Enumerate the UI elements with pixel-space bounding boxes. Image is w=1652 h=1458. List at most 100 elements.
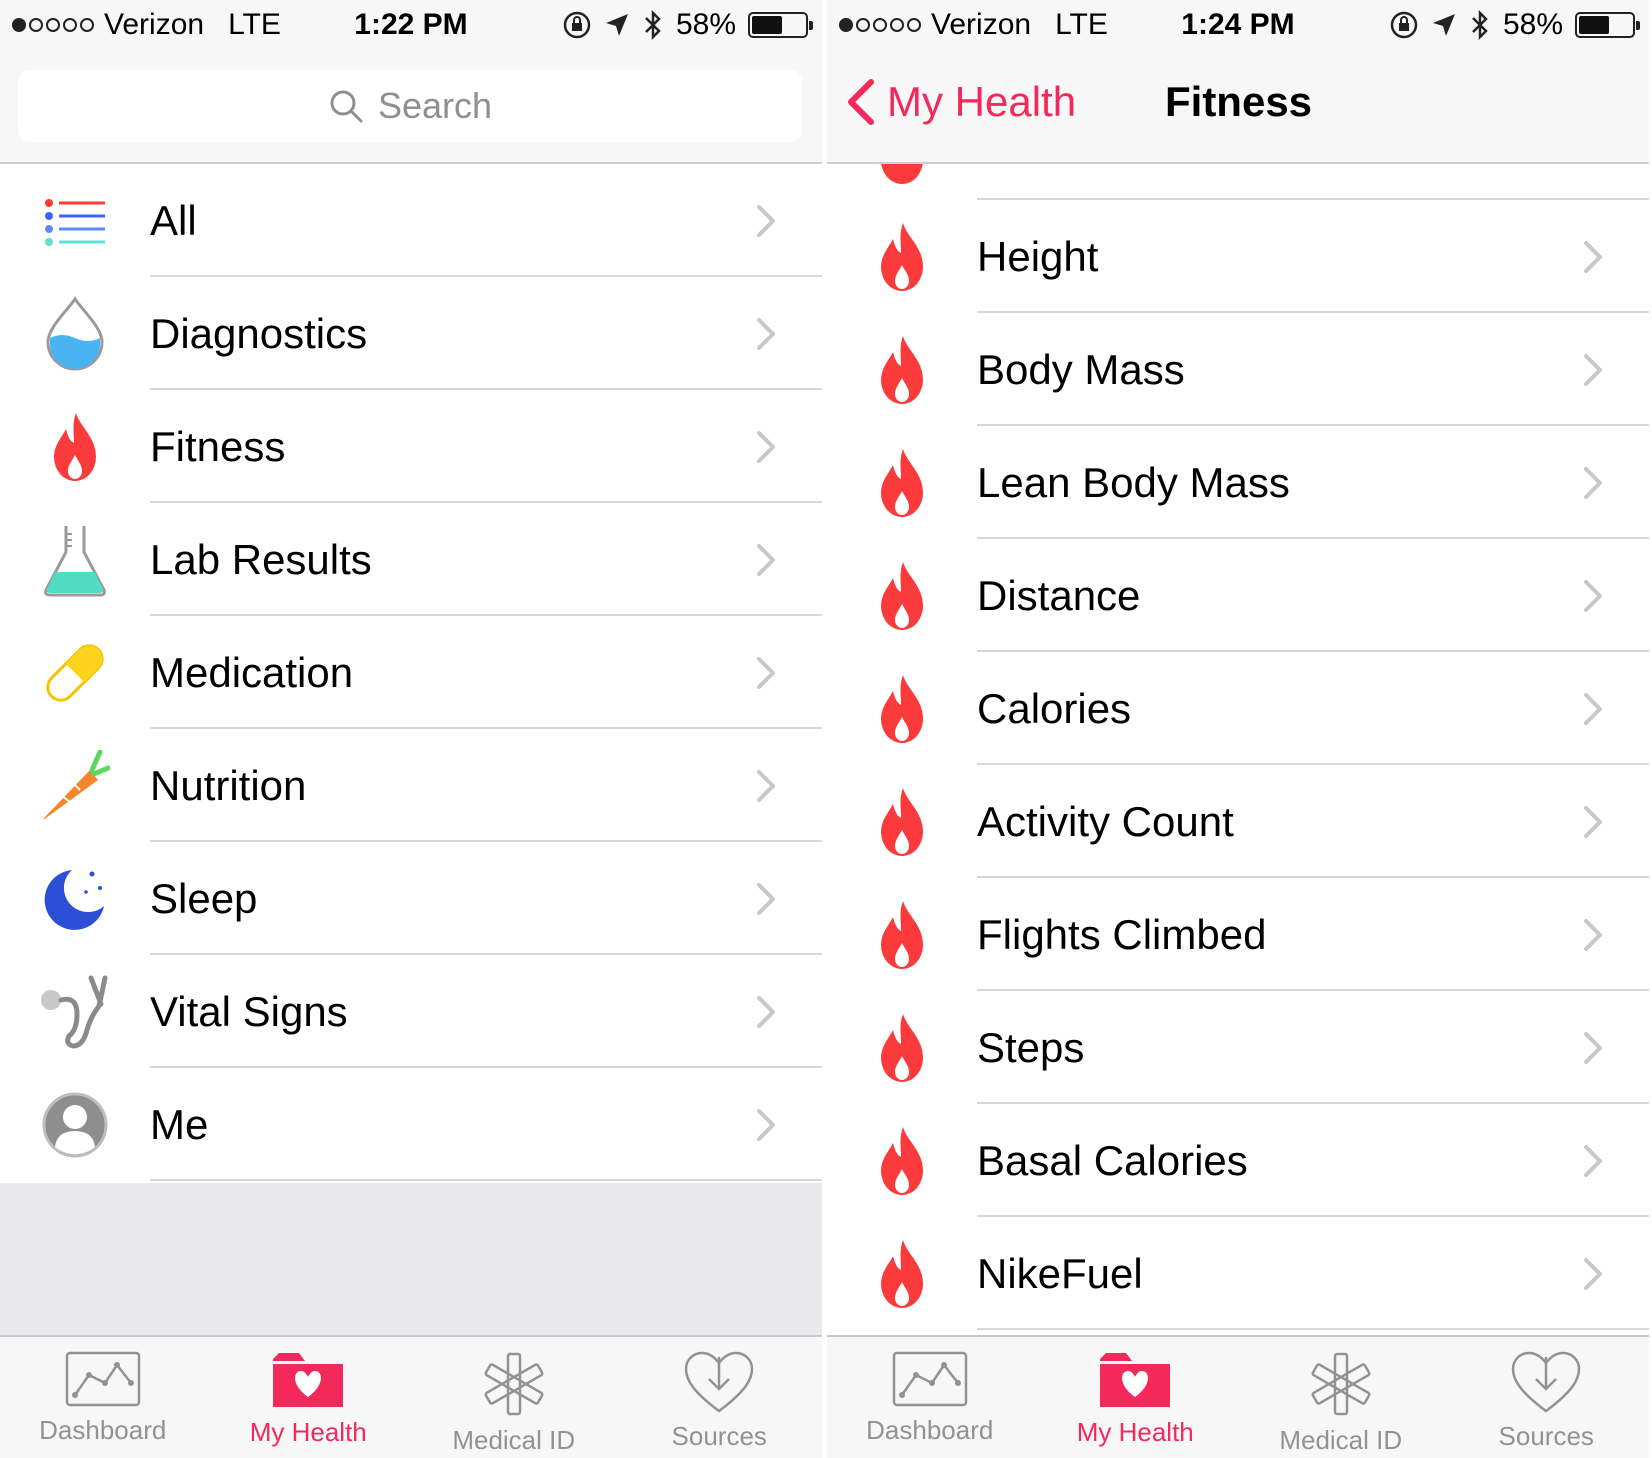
category-label: Nutrition bbox=[150, 761, 307, 809]
chevron-right-icon bbox=[1563, 353, 1623, 387]
navigation-bar: My Health Fitness bbox=[827, 52, 1649, 164]
chevron-right-icon bbox=[1563, 1144, 1623, 1178]
tab-label: My Health bbox=[1076, 1417, 1194, 1447]
location-arrow-icon bbox=[605, 14, 628, 36]
search-input[interactable]: Search bbox=[18, 70, 802, 142]
flame-icon bbox=[827, 878, 977, 991]
tab-dashboard[interactable]: Dashboard bbox=[0, 1337, 206, 1458]
medical-star-icon bbox=[1311, 1352, 1371, 1416]
category-label: Me bbox=[150, 1100, 209, 1148]
category-row-sleep[interactable]: Sleep bbox=[0, 842, 822, 955]
carrot-icon bbox=[0, 729, 150, 842]
flame-icon bbox=[827, 1104, 977, 1217]
chevron-right-icon bbox=[736, 769, 796, 803]
battery-percent: 58% bbox=[675, 8, 736, 41]
fitness-row-activity-count[interactable]: Activity Count bbox=[827, 765, 1649, 878]
tab-medical-id[interactable]: Medical ID bbox=[1238, 1337, 1444, 1458]
chevron-right-icon bbox=[1563, 240, 1623, 274]
chart-icon bbox=[65, 1351, 140, 1407]
status-bar: Verizon LTE 1:22 PM 58% bbox=[0, 0, 822, 52]
tab-my-health[interactable]: My Health bbox=[1033, 1337, 1239, 1458]
fitness-row-nikefuel[interactable]: NikeFuel bbox=[827, 1217, 1649, 1330]
location-arrow-icon bbox=[1432, 14, 1455, 36]
heart-folder-icon bbox=[1100, 1353, 1171, 1407]
battery-icon bbox=[1575, 12, 1640, 38]
chevron-right-icon bbox=[736, 430, 796, 464]
category-label: Lab Results bbox=[150, 535, 372, 583]
bluetooth-icon bbox=[645, 10, 661, 40]
fitness-screen: Verizon LTE 1:24 PM 58% My Health Fitnes… bbox=[827, 0, 1649, 1458]
tab-my-health[interactable]: My Health bbox=[206, 1337, 412, 1458]
chevron-right-icon bbox=[736, 1108, 796, 1142]
fitness-row-flights-climbed[interactable]: Flights Climbed bbox=[827, 878, 1649, 991]
search-placeholder: Search bbox=[377, 85, 493, 126]
category-row-medication[interactable]: Medication bbox=[0, 616, 822, 729]
tab-dashboard[interactable]: Dashboard bbox=[827, 1337, 1033, 1458]
flame-icon bbox=[827, 426, 977, 539]
flame-icon bbox=[827, 539, 977, 652]
tab-label: My Health bbox=[249, 1417, 367, 1447]
tab-bar: Dashboard My Health Medical ID Sources bbox=[827, 1335, 1649, 1458]
fitness-row-body-mass[interactable]: Body Mass bbox=[827, 313, 1649, 426]
battery-percent: 58% bbox=[1502, 8, 1563, 41]
back-button[interactable]: My Health bbox=[845, 78, 1076, 126]
chevron-right-icon bbox=[736, 204, 796, 238]
category-label: Sleep bbox=[150, 874, 258, 922]
download-heart-icon bbox=[1511, 1351, 1581, 1413]
tab-label: Sources bbox=[1498, 1421, 1594, 1451]
fitness-item-label: Lean Body Mass bbox=[977, 458, 1290, 506]
tab-sources[interactable]: Sources bbox=[1444, 1337, 1650, 1458]
tab-medical-id[interactable]: Medical ID bbox=[411, 1337, 617, 1458]
chevron-left-icon bbox=[848, 79, 874, 125]
category-row-diagnostics[interactable]: Diagnostics bbox=[0, 277, 822, 390]
fitness-item-label: Activity Count bbox=[977, 797, 1234, 845]
rotation-lock-icon bbox=[1390, 11, 1418, 39]
moon-icon bbox=[0, 842, 150, 955]
category-label: Fitness bbox=[150, 422, 286, 470]
partially-hidden-row bbox=[827, 164, 1649, 200]
stethoscope-icon bbox=[0, 955, 150, 1068]
category-label: Diagnostics bbox=[150, 309, 368, 357]
fitness-item-label: Distance bbox=[977, 571, 1141, 619]
list-empty-area bbox=[0, 1183, 822, 1335]
flame-icon bbox=[827, 1217, 977, 1330]
fitness-row-height[interactable]: Height bbox=[827, 200, 1649, 313]
category-row-me[interactable]: Me bbox=[0, 1068, 822, 1181]
flame-icon bbox=[827, 313, 977, 426]
fitness-item-label: Calories bbox=[977, 684, 1132, 732]
tab-label: Medical ID bbox=[452, 1425, 576, 1455]
search-icon bbox=[330, 90, 363, 123]
chevron-right-icon bbox=[1563, 579, 1623, 613]
category-list: All Diagnostics Fitness Lab Results Medi… bbox=[0, 164, 822, 1181]
chevron-right-icon bbox=[1563, 1031, 1623, 1065]
category-row-nutrition[interactable]: Nutrition bbox=[0, 729, 822, 842]
chart-icon bbox=[892, 1351, 967, 1407]
fitness-row-calories[interactable]: Calories bbox=[827, 652, 1649, 765]
fitness-row-basal-calories[interactable]: Basal Calories bbox=[827, 1104, 1649, 1217]
category-label: Medication bbox=[150, 648, 354, 696]
tab-label: Dashboard bbox=[866, 1415, 994, 1445]
category-label: All bbox=[150, 196, 197, 244]
tab-label: Medical ID bbox=[1279, 1425, 1403, 1455]
tab-sources[interactable]: Sources bbox=[617, 1337, 823, 1458]
category-row-lab-results[interactable]: Lab Results bbox=[0, 503, 822, 616]
category-row-fitness[interactable]: Fitness bbox=[0, 390, 822, 503]
battery-icon bbox=[748, 12, 813, 38]
fitness-row-distance[interactable]: Distance bbox=[827, 539, 1649, 652]
water-drop-icon bbox=[0, 277, 150, 390]
flame-icon bbox=[881, 164, 923, 184]
list-icon bbox=[0, 164, 150, 277]
flame-icon bbox=[0, 390, 150, 503]
fitness-row-steps[interactable]: Steps bbox=[827, 991, 1649, 1104]
my-health-screen: Verizon LTE 1:22 PM 58% Search All Diagn… bbox=[0, 0, 822, 1458]
chevron-right-icon bbox=[1563, 805, 1623, 839]
stage: Verizon LTE 1:22 PM 58% Search All Diagn… bbox=[0, 0, 1652, 1458]
category-row-vital-signs[interactable]: Vital Signs bbox=[0, 955, 822, 1068]
status-bar: Verizon LTE 1:24 PM 58% bbox=[827, 0, 1649, 52]
category-row-all[interactable]: All bbox=[0, 164, 822, 277]
fitness-item-label: Basal Calories bbox=[977, 1136, 1248, 1184]
fitness-row-lean-body-mass[interactable]: Lean Body Mass bbox=[827, 426, 1649, 539]
bluetooth-icon bbox=[1472, 10, 1488, 40]
chevron-right-icon bbox=[1563, 918, 1623, 952]
chevron-right-icon bbox=[1563, 1257, 1623, 1291]
